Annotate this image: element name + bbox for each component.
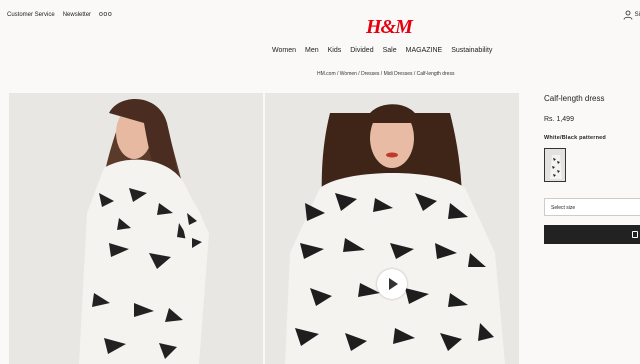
color-name: White/Black patterned bbox=[544, 135, 606, 141]
top-bar: Customer Service Newsletter ooo H&M Si W… bbox=[0, 0, 640, 90]
product-price: Rs. 1,499 bbox=[544, 116, 574, 123]
utility-links: Customer Service Newsletter ooo bbox=[7, 11, 112, 18]
nav-sustainability[interactable]: Sustainability bbox=[451, 47, 492, 54]
nav-men[interactable]: Men bbox=[305, 47, 319, 54]
more-menu-icon[interactable]: ooo bbox=[99, 11, 112, 18]
breadcrumb[interactable]: HM.com / Women / Dresses / Midi Dresses … bbox=[317, 71, 454, 77]
product-title: Calf-length dress bbox=[544, 94, 605, 103]
add-to-bag-button[interactable] bbox=[544, 225, 640, 244]
size-select[interactable]: Select size bbox=[544, 198, 640, 216]
hm-logo[interactable]: H&M bbox=[366, 16, 413, 39]
sign-in-label: Si bbox=[634, 12, 640, 18]
nav-magazine[interactable]: MAGAZINE bbox=[406, 47, 443, 54]
nav-divided[interactable]: Divided bbox=[350, 47, 373, 54]
product-image-2[interactable] bbox=[265, 93, 519, 364]
newsletter-link[interactable]: Newsletter bbox=[63, 12, 91, 18]
color-swatch-white-black[interactable] bbox=[544, 148, 566, 182]
customer-service-link[interactable]: Customer Service bbox=[7, 12, 55, 18]
nav-kids[interactable]: Kids bbox=[328, 47, 342, 54]
nav-women[interactable]: Women bbox=[272, 47, 296, 54]
nav-sale[interactable]: Sale bbox=[383, 47, 397, 54]
user-icon bbox=[623, 10, 633, 20]
sign-in-button[interactable]: Si bbox=[623, 10, 640, 20]
main-nav: Women Men Kids Divided Sale MAGAZINE Sus… bbox=[272, 47, 492, 54]
product-image-1[interactable] bbox=[9, 93, 263, 364]
play-video-button[interactable] bbox=[377, 269, 407, 299]
bag-icon bbox=[632, 231, 638, 238]
